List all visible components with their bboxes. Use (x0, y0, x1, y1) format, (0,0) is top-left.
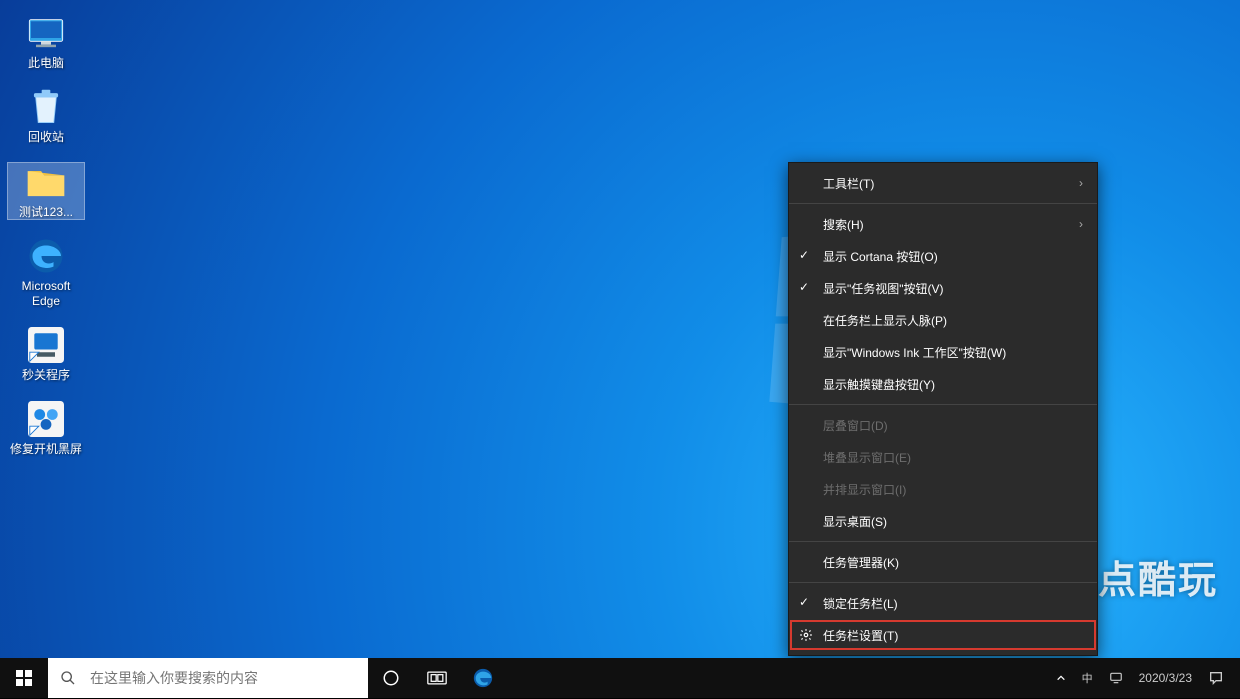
desktop-icon-label: Microsoft Edge (8, 279, 84, 308)
tray-chevron-up-icon[interactable] (1048, 658, 1074, 698)
desktop-icon-5[interactable]: 修复开机黑屏 (8, 400, 84, 456)
search-input[interactable] (88, 657, 368, 699)
desktop-icon-2[interactable]: 测试123... (8, 163, 84, 219)
menu-item-label: 显示"任务视图"按钮(V) (823, 280, 944, 297)
taskbar-context-menu: 工具栏(T) › 搜索(H) › ✓ 显示 Cortana 按钮(O) ✓ 显示"任务视图"按… (788, 162, 1098, 656)
menu-item-16[interactable]: ✓ 锁定任务栏(L) (789, 587, 1097, 619)
menu-item-17[interactable]: 任务栏设置(T) (789, 619, 1097, 651)
edge-icon (26, 237, 66, 275)
desktop-icon-0[interactable]: 此电脑 (8, 14, 84, 70)
menu-item-10: 堆叠显示窗口(E) (789, 441, 1097, 473)
desktop-icon-label: 回收站 (28, 130, 64, 144)
recycle-icon (26, 88, 66, 126)
menu-item-11: 并排显示窗口(I) (789, 473, 1097, 505)
shortcut2-icon (26, 400, 66, 438)
task-view-button[interactable] (414, 658, 460, 698)
action-center-icon[interactable] (1200, 658, 1232, 698)
desktop-icon-3[interactable]: Microsoft Edge (8, 237, 84, 308)
menu-item-3[interactable]: ✓ 显示 Cortana 按钮(O) (789, 240, 1097, 272)
menu-item-6[interactable]: 显示"Windows Ink 工作区"按钮(W) (789, 336, 1097, 368)
menu-item-2[interactable]: 搜索(H) › (789, 208, 1097, 240)
menu-item-label: 在任务栏上显示人脉(P) (823, 312, 947, 329)
cortana-button[interactable] (368, 658, 414, 698)
menu-item-7[interactable]: 显示触摸键盘按钮(Y) (789, 368, 1097, 400)
desktop-icon-label: 秒关程序 (22, 368, 70, 382)
menu-separator (789, 203, 1097, 204)
pc-icon (26, 14, 66, 52)
menu-item-0[interactable]: 工具栏(T) › (789, 167, 1097, 199)
menu-item-12[interactable]: 显示桌面(S) (789, 505, 1097, 537)
desktop-icon-label: 此电脑 (28, 56, 64, 70)
menu-item-label: 搜索(H) (823, 216, 864, 233)
menu-item-5[interactable]: 在任务栏上显示人脉(P) (789, 304, 1097, 336)
menu-item-label: 显示桌面(S) (823, 513, 887, 530)
menu-item-label: 任务管理器(K) (823, 554, 899, 571)
menu-item-label: 显示触摸键盘按钮(Y) (823, 376, 935, 393)
menu-item-label: 显示"Windows Ink 工作区"按钮(W) (823, 344, 1006, 361)
taskbar-search[interactable] (48, 658, 368, 698)
system-tray[interactable]: 中 2020/3/23 (1048, 658, 1240, 698)
menu-item-9: 层叠窗口(D) (789, 409, 1097, 441)
search-icon (48, 670, 88, 686)
menu-item-label: 显示 Cortana 按钮(O) (823, 248, 938, 265)
shortcut1-icon (26, 326, 66, 364)
taskbar[interactable]: 中 2020/3/23 (0, 658, 1240, 698)
pinned-app-edge[interactable] (460, 658, 506, 698)
menu-separator (789, 404, 1097, 405)
folder-icon (26, 163, 66, 201)
menu-item-4[interactable]: ✓ 显示"任务视图"按钮(V) (789, 272, 1097, 304)
check-icon: ✓ (799, 248, 809, 262)
windows-logo-icon (16, 670, 32, 686)
start-button[interactable] (0, 658, 48, 698)
desktop-icon-label: 修复开机黑屏 (10, 442, 82, 456)
desktop-icon-4[interactable]: 秒关程序 (8, 326, 84, 382)
menu-item-label: 并排显示窗口(I) (823, 481, 906, 498)
check-icon: ✓ (799, 280, 809, 294)
tray-date[interactable]: 2020/3/23 (1131, 658, 1200, 698)
chevron-right-icon: › (1079, 217, 1083, 231)
tray-ime-icon[interactable]: 中 (1074, 658, 1101, 698)
menu-item-label: 堆叠显示窗口(E) (823, 449, 911, 466)
menu-item-label: 任务栏设置(T) (823, 627, 898, 644)
desktop-icon-label: 测试123... (19, 205, 73, 219)
check-icon: ✓ (799, 595, 809, 609)
menu-item-14[interactable]: 任务管理器(K) (789, 546, 1097, 578)
gear-icon (799, 628, 813, 642)
desktop[interactable]: 此电脑回收站测试123... Microsoft Edge 秒关程序修复开机黑屏 搜… (0, 0, 1240, 658)
menu-item-label: 层叠窗口(D) (823, 417, 888, 434)
menu-item-label: 工具栏(T) (823, 175, 874, 192)
menu-separator (789, 582, 1097, 583)
desktop-icon-1[interactable]: 回收站 (8, 88, 84, 144)
menu-item-label: 锁定任务栏(L) (823, 595, 898, 612)
chevron-right-icon: › (1079, 176, 1083, 190)
tray-item[interactable] (1101, 658, 1131, 698)
menu-separator (789, 541, 1097, 542)
